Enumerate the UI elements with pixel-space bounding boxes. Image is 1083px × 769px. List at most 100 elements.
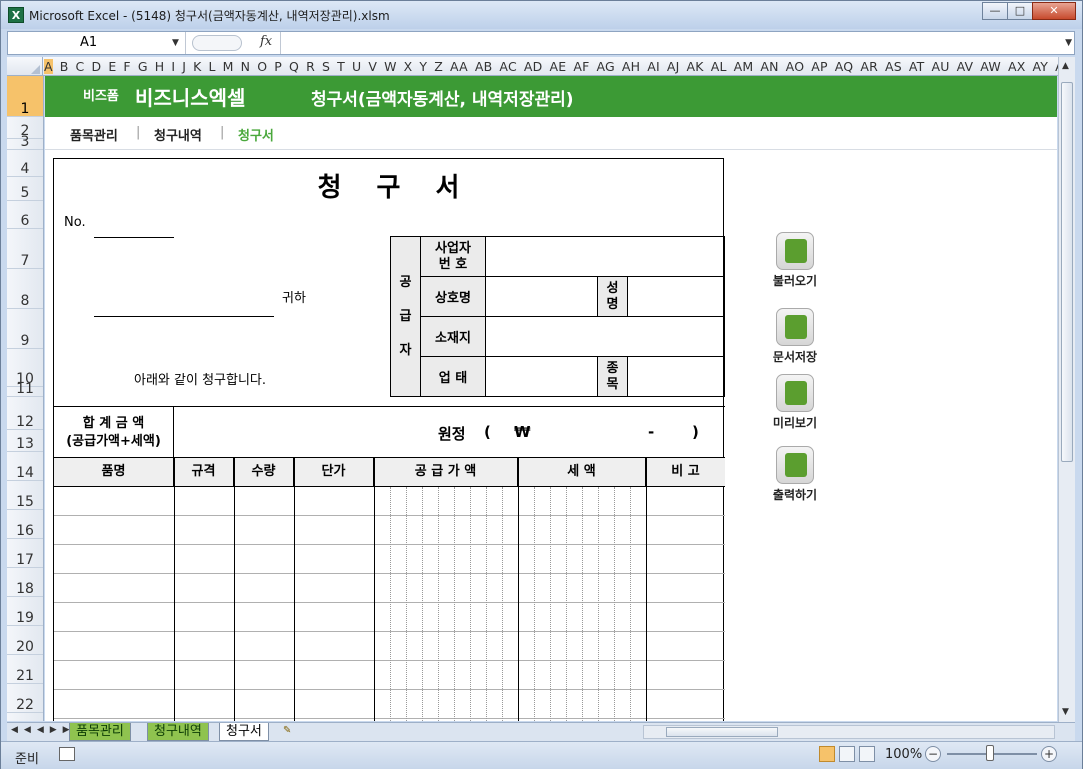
page-layout-view-icon[interactable]: [839, 746, 855, 762]
column-header-label[interactable]: V: [368, 59, 377, 74]
restore-icon[interactable]: □: [1007, 2, 1033, 20]
recipient-field[interactable]: [94, 316, 274, 317]
macro-record-icon[interactable]: [59, 747, 75, 761]
zoom-in-icon[interactable]: +: [1041, 746, 1057, 762]
load-icon[interactable]: [776, 232, 814, 270]
row-header-label[interactable]: 20: [7, 626, 43, 655]
column-header-label[interactable]: AC: [499, 59, 516, 74]
save-icon[interactable]: [776, 308, 814, 346]
row-header-label[interactable]: 13: [7, 430, 43, 452]
column-header-label[interactable]: M: [223, 59, 234, 74]
scroll-down-icon[interactable]: ▼: [1062, 707, 1069, 717]
column-header-label[interactable]: T: [337, 59, 345, 74]
row-header-label[interactable]: 19: [7, 597, 43, 626]
excel-app-icon[interactable]: X: [8, 7, 24, 23]
row-header-label[interactable]: 11: [7, 382, 43, 397]
zoom-level[interactable]: 100%: [885, 747, 922, 762]
preview-button[interactable]: 미리보기: [763, 374, 827, 438]
column-header-label[interactable]: AL: [711, 59, 727, 74]
address-cell[interactable]: [485, 316, 725, 357]
column-header-label[interactable]: U: [352, 59, 361, 74]
column-header-label[interactable]: AX: [1008, 59, 1026, 74]
column-header-label[interactable]: I: [171, 59, 175, 74]
column-header-label[interactable]: AJ: [667, 59, 680, 74]
column-header-label[interactable]: AN: [760, 59, 778, 74]
row-header-label[interactable]: 9: [7, 309, 43, 349]
column-header-label[interactable]: C: [76, 59, 85, 74]
sheet-tab-billing-history[interactable]: 청구내역: [147, 723, 209, 741]
row-header-label[interactable]: 7: [7, 229, 43, 269]
row-header-label[interactable]: 1: [7, 76, 43, 117]
insert-sheet-icon[interactable]: ✎: [283, 725, 301, 739]
row-header-label[interactable]: 22: [7, 684, 43, 713]
print-button[interactable]: 출력하기: [763, 446, 827, 510]
column-header-label[interactable]: AE: [549, 59, 566, 74]
column-header-label[interactable]: R: [306, 59, 315, 74]
column-header-label[interactable]: AY: [1032, 59, 1048, 74]
column-header-label[interactable]: AT: [909, 59, 925, 74]
page-break-view-icon[interactable]: [859, 746, 875, 762]
column-header-label[interactable]: A: [44, 59, 53, 74]
column-header-label[interactable]: B: [60, 59, 69, 74]
sheet-tab-item-management[interactable]: 품목관리: [69, 723, 131, 741]
minimize-icon[interactable]: —: [982, 2, 1008, 20]
column-header-label[interactable]: AH: [622, 59, 640, 74]
column-header-label[interactable]: AO: [786, 59, 805, 74]
business-type-cell[interactable]: [485, 356, 598, 397]
column-header-label[interactable]: D: [91, 59, 101, 74]
row-header-label[interactable]: 18: [7, 568, 43, 597]
row-header-label[interactable]: 16: [7, 510, 43, 539]
column-header-label[interactable]: H: [155, 59, 165, 74]
column-header-label[interactable]: X: [404, 59, 413, 74]
business-no-cell[interactable]: [485, 236, 725, 277]
column-header-label[interactable]: N: [241, 59, 251, 74]
row-header-label[interactable]: 5: [7, 177, 43, 201]
column-header-label[interactable]: J: [182, 59, 186, 74]
name-cell[interactable]: [627, 276, 725, 317]
row-headers[interactable]: 1 2 3 4 5 6 7 8 9 10 11 12 13 14 15 16 17 18 19 20 21 22: [7, 76, 44, 721]
column-header-label[interactable]: AA: [450, 59, 468, 74]
column-header-label[interactable]: AU: [931, 59, 949, 74]
expand-formula-bar-icon[interactable]: ▼: [1065, 38, 1072, 48]
column-header-label[interactable]: W: [384, 59, 397, 74]
column-header-label[interactable]: AG: [596, 59, 614, 74]
row-header-label[interactable]: 8: [7, 269, 43, 309]
column-header-label[interactable]: O: [257, 59, 267, 74]
column-header-label[interactable]: AP: [811, 59, 828, 74]
row-header-label[interactable]: 6: [7, 201, 43, 229]
column-header-label[interactable]: AW: [980, 59, 1001, 74]
column-header-label[interactable]: AB: [475, 59, 493, 74]
chevron-down-icon[interactable]: ▼: [172, 32, 179, 54]
print-icon[interactable]: [776, 446, 814, 484]
column-header-label[interactable]: AI: [647, 59, 660, 74]
column-header-label[interactable]: L: [209, 59, 216, 74]
column-header-label[interactable]: G: [138, 59, 148, 74]
row-header-label[interactable]: 12: [7, 397, 43, 430]
formula-input[interactable]: [280, 32, 1062, 54]
sheet-tab-invoice[interactable]: 청구서: [219, 723, 269, 741]
column-header-label[interactable]: Q: [289, 59, 299, 74]
formula-cancel-enter-buttons[interactable]: [192, 35, 242, 51]
name-box[interactable]: A1: [8, 32, 186, 54]
column-header-label[interactable]: Y: [419, 59, 427, 74]
zoom-out-icon[interactable]: −: [925, 746, 941, 762]
horizontal-scrollbar[interactable]: [643, 725, 1055, 739]
vertical-scrollbar[interactable]: ▲ ▼: [1058, 57, 1075, 722]
row-header-label[interactable]: 3: [7, 135, 43, 150]
normal-view-icon[interactable]: [819, 746, 835, 762]
preview-icon[interactable]: [776, 374, 814, 412]
column-header-label[interactable]: K: [193, 59, 201, 74]
row-header-label[interactable]: 21: [7, 655, 43, 684]
column-header-label[interactable]: AD: [524, 59, 543, 74]
column-header-label[interactable]: AR: [860, 59, 878, 74]
column-header-label[interactable]: AM: [734, 59, 754, 74]
zoom-slider-thumb[interactable]: [986, 745, 994, 761]
row-header-label[interactable]: 17: [7, 539, 43, 568]
insert-function-icon[interactable]: fx: [260, 34, 272, 49]
nav-item-billing-history[interactable]: 청구내역: [154, 125, 202, 144]
row-header-label[interactable]: 14: [7, 452, 43, 481]
row-header-label[interactable]: 4: [7, 150, 43, 177]
row-header-label[interactable]: 15: [7, 481, 43, 510]
worksheet[interactable]: 비즈폼 비즈니스엑셀 청구서(금액자동계산, 내역저장관리) 품목관리 | 청구…: [45, 76, 1057, 721]
close-icon[interactable]: ✕: [1032, 2, 1076, 20]
